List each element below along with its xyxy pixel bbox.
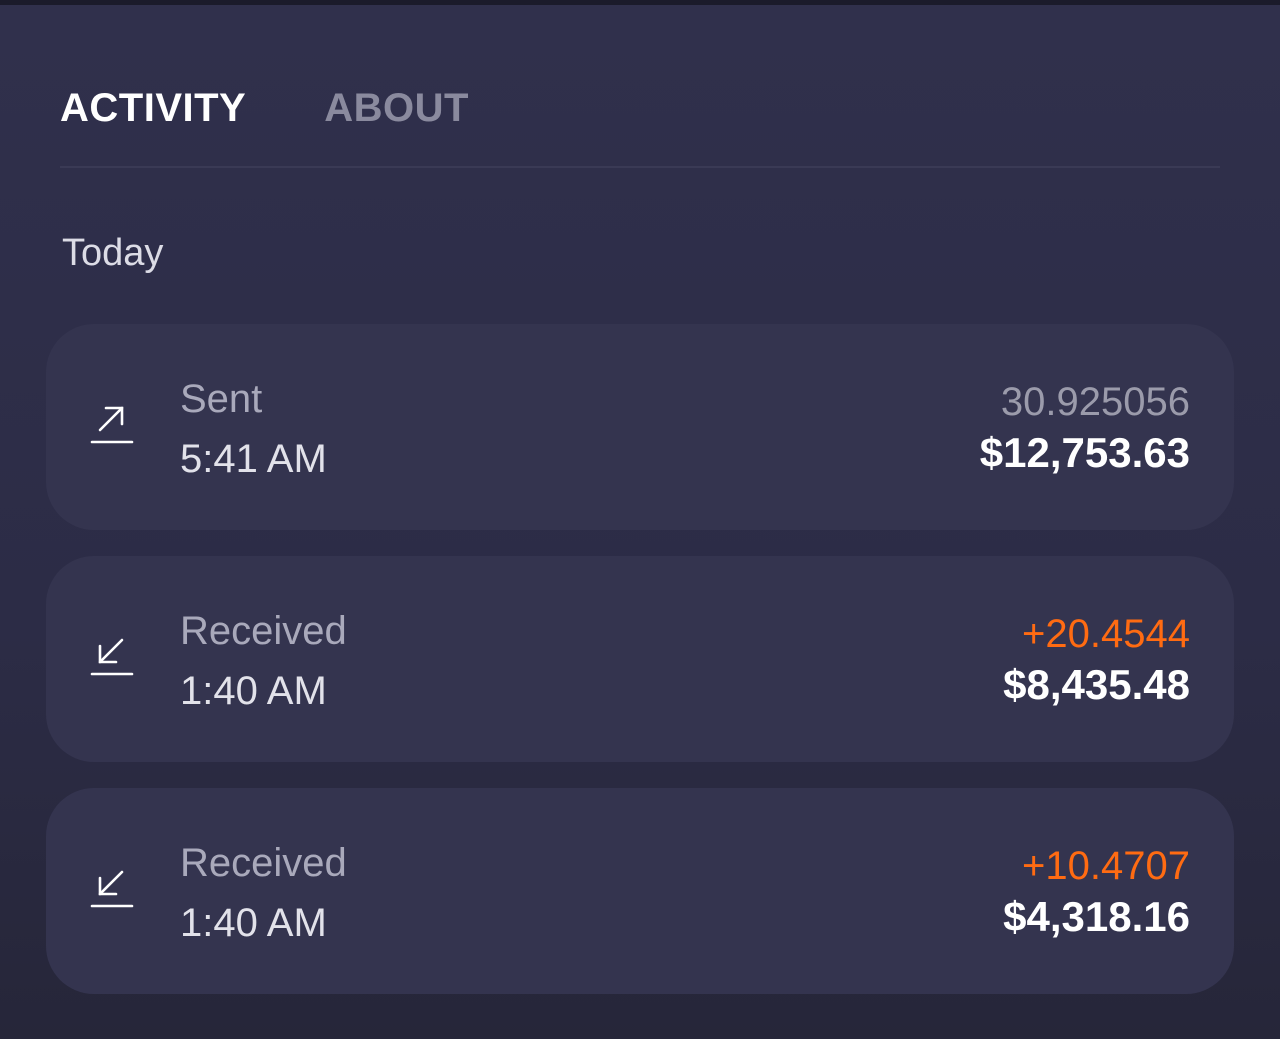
arrow-up-right-icon: [88, 402, 136, 450]
transaction-amount: 30.925056: [1000, 380, 1190, 424]
transaction-type: Sent: [180, 377, 263, 421]
section-title-today: Today: [62, 232, 164, 274]
transaction-fiat-value: $12,753.63: [979, 429, 1190, 476]
transaction-time: 1:40 AM: [180, 901, 327, 945]
transaction-row[interactable]: Sent 5:41 AM 30.925056 $12,753.63: [46, 324, 1234, 530]
transaction-row[interactable]: Received 1:40 AM +10.4707 $4,318.16: [46, 788, 1234, 994]
tab-activity[interactable]: ACTIVITY: [60, 82, 246, 134]
tab-bar: ACTIVITY ABOUT: [60, 82, 469, 134]
transaction-fiat-value: $4,318.16: [1003, 893, 1190, 940]
arrow-down-left-icon: [88, 634, 136, 682]
transaction-fiat-value: $8,435.48: [1003, 661, 1190, 708]
top-edge: [0, 0, 1280, 5]
transaction-list: Sent 5:41 AM 30.925056 $12,753.63 Receiv…: [46, 324, 1234, 1020]
transaction-row[interactable]: Received 1:40 AM +20.4544 $8,435.48: [46, 556, 1234, 762]
transaction-amount: +10.4707: [1022, 844, 1190, 888]
transaction-type: Received: [180, 841, 347, 885]
transaction-time: 5:41 AM: [180, 437, 327, 481]
tab-about[interactable]: ABOUT: [324, 82, 469, 134]
transaction-type: Received: [180, 609, 347, 653]
tab-divider: [60, 166, 1220, 168]
arrow-down-left-icon: [88, 866, 136, 914]
transaction-amount: +20.4544: [1022, 612, 1190, 656]
transaction-time: 1:40 AM: [180, 669, 327, 713]
